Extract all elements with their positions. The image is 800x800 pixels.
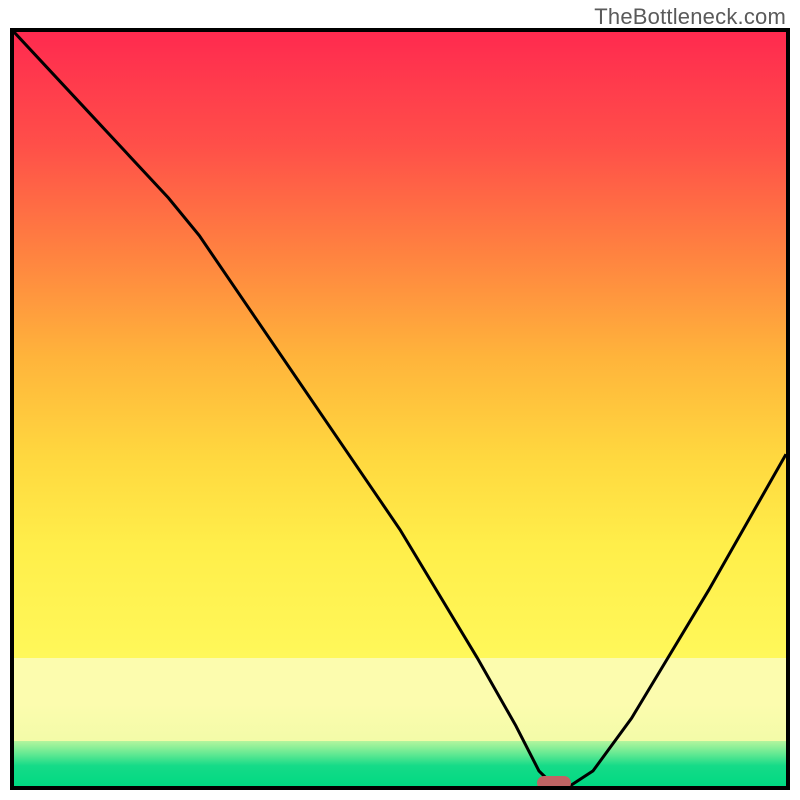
- optimal-marker: [537, 776, 571, 790]
- bottleneck-curve-path: [14, 32, 786, 786]
- plot-area: [14, 32, 786, 786]
- bottleneck-curve-svg: [14, 32, 786, 786]
- watermark-text: TheBottleneck.com: [594, 4, 786, 30]
- chart-frame: [10, 28, 790, 790]
